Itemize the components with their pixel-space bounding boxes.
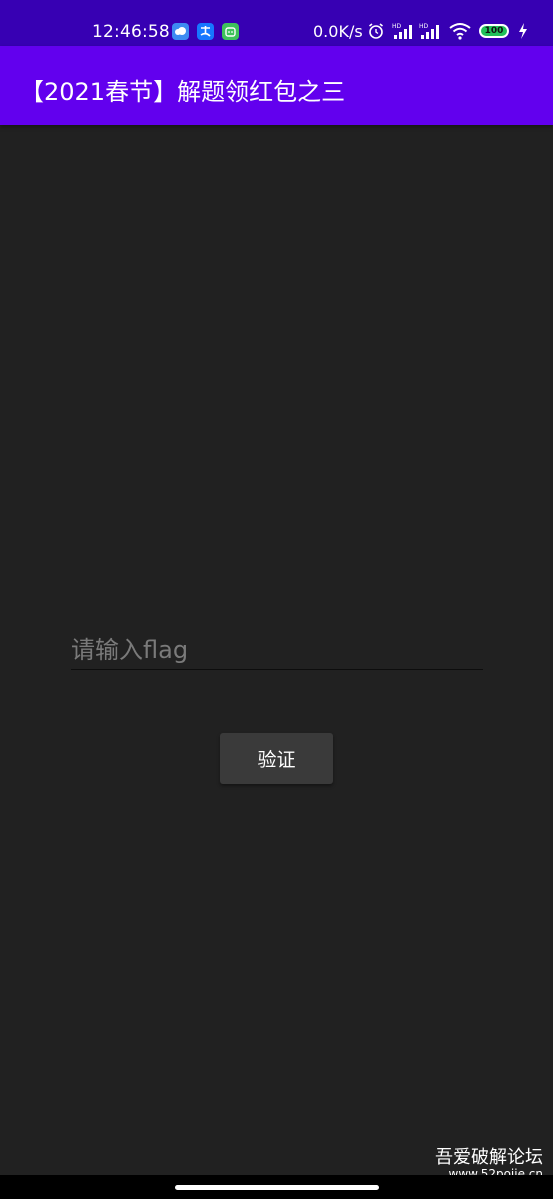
wifi-icon <box>449 22 471 44</box>
status-time: 12:46:58 <box>92 22 170 42</box>
watermark-title: 吾爱破解论坛 <box>435 1147 543 1168</box>
navigation-bar <box>0 1175 553 1199</box>
flag-input[interactable] <box>71 630 483 670</box>
page-title: 【2021春节】解题领红包之三 <box>20 78 346 106</box>
svg-text:HD: HD <box>419 23 429 30</box>
status-bar: 12:46:58 0.0K/s HD HD 100 <box>0 0 553 46</box>
home-indicator[interactable] <box>175 1185 379 1190</box>
weather-icon <box>172 23 189 40</box>
signal-hd-icon: HD <box>392 22 414 44</box>
svg-text:HD: HD <box>392 23 402 30</box>
battery-icon: 100 <box>479 24 509 38</box>
network-speed: 0.0K/s <box>313 22 363 41</box>
app-bar: 【2021春节】解题领红包之三 <box>0 46 553 125</box>
charging-icon <box>517 22 529 44</box>
android-icon <box>222 23 239 40</box>
app-screen: 12:46:58 0.0K/s HD HD 100 【2021春节】解题领红包之… <box>0 0 553 1199</box>
alipay-icon <box>197 23 214 40</box>
signal-hd-icon: HD <box>419 22 441 44</box>
verify-button[interactable]: 验证 <box>220 733 333 784</box>
alarm-icon <box>367 22 385 44</box>
